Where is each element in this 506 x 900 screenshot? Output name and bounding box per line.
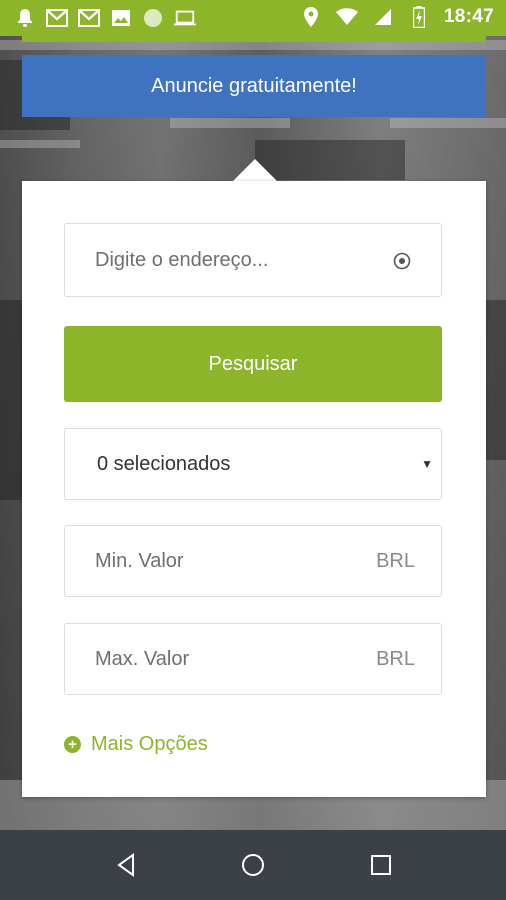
navigation-bar (0, 830, 506, 900)
max-value-placeholder: Max. Valor (95, 647, 190, 670)
select-value: 0 selecionados (97, 452, 231, 475)
wifi-icon (335, 6, 358, 28)
more-options-link[interactable]: + Mais Opções (64, 733, 208, 756)
card-pointer (233, 159, 277, 181)
recents-icon[interactable] (368, 852, 394, 878)
caret-down-icon: ▼ (421, 457, 433, 471)
min-value-field[interactable]: Min. Valor BRL (64, 525, 442, 597)
gmail-icon (78, 7, 100, 29)
image-icon (110, 7, 132, 29)
status-time: 18:47 (443, 6, 494, 27)
notification-bell-icon (14, 7, 36, 29)
min-value-unit: BRL (376, 549, 415, 572)
property-type-select[interactable]: 0 selecionados ▼ (64, 428, 442, 500)
signal-icon (372, 6, 394, 28)
circle-icon (142, 7, 164, 29)
search-card: Digite o endereço... Pesquisar 0 selecio… (22, 181, 486, 797)
announce-free-button[interactable]: Anuncie gratuitamente! (22, 55, 486, 117)
home-icon[interactable] (240, 852, 266, 878)
search-button[interactable]: Pesquisar (64, 326, 442, 402)
max-value-field[interactable]: Max. Valor BRL (64, 623, 442, 695)
gmail-icon (46, 7, 68, 29)
address-placeholder: Digite o endereço... (95, 248, 269, 271)
address-field[interactable]: Digite o endereço... (64, 223, 442, 297)
status-bar: 18:47 (0, 0, 506, 36)
min-value-placeholder: Min. Valor (95, 549, 184, 572)
back-icon[interactable] (114, 852, 140, 878)
max-value-unit: BRL (376, 647, 415, 670)
location-icon (300, 6, 322, 28)
plus-circle-icon: + (64, 736, 81, 753)
locate-icon[interactable] (393, 252, 411, 270)
battery-charging-icon (408, 6, 430, 28)
header-strip (22, 36, 486, 42)
more-options-label: Mais Opções (91, 733, 208, 755)
laptop-icon (174, 7, 196, 29)
